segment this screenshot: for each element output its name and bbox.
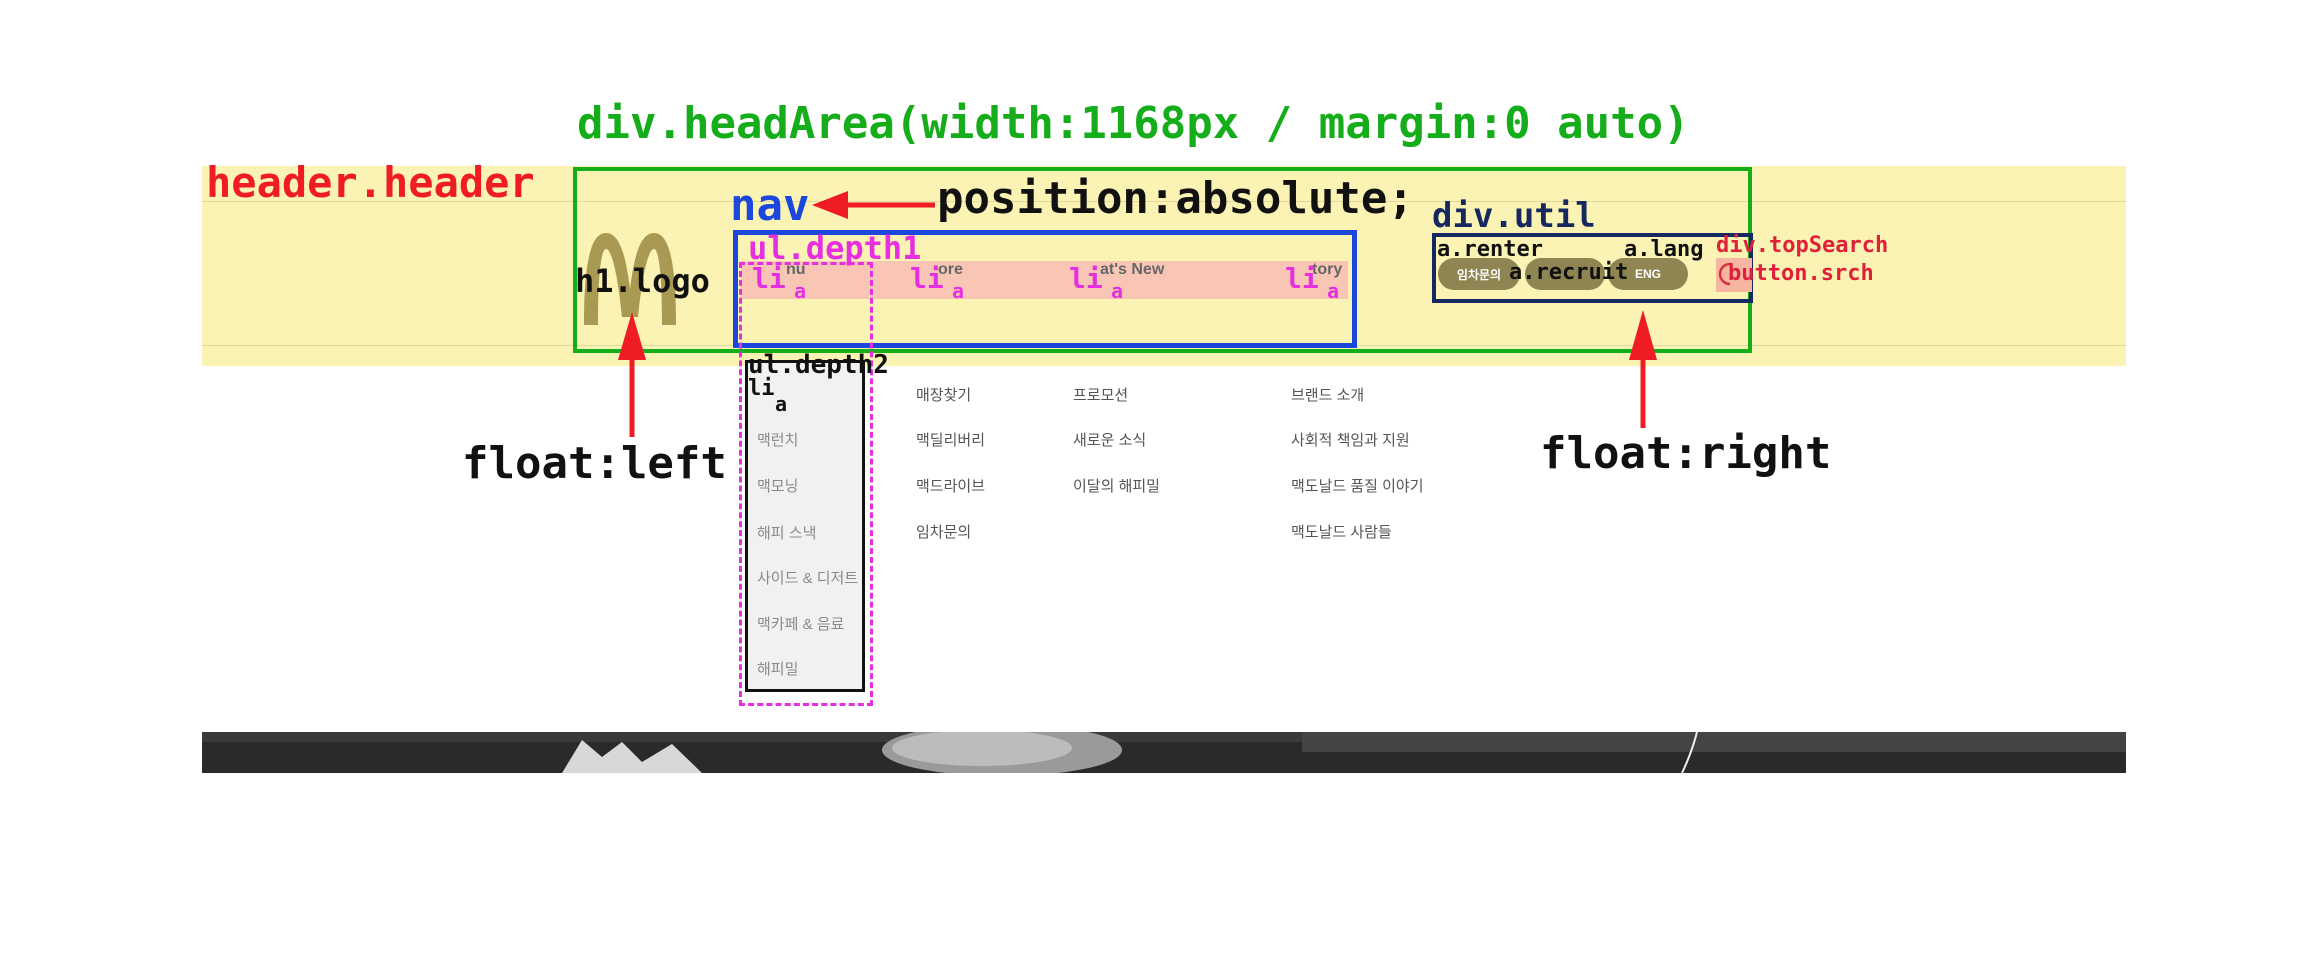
annotation-arrows — [618, 191, 1657, 437]
arrow-up-icon — [618, 312, 646, 437]
arrow-up-icon — [1629, 310, 1657, 428]
arrow-left-icon — [812, 191, 935, 219]
